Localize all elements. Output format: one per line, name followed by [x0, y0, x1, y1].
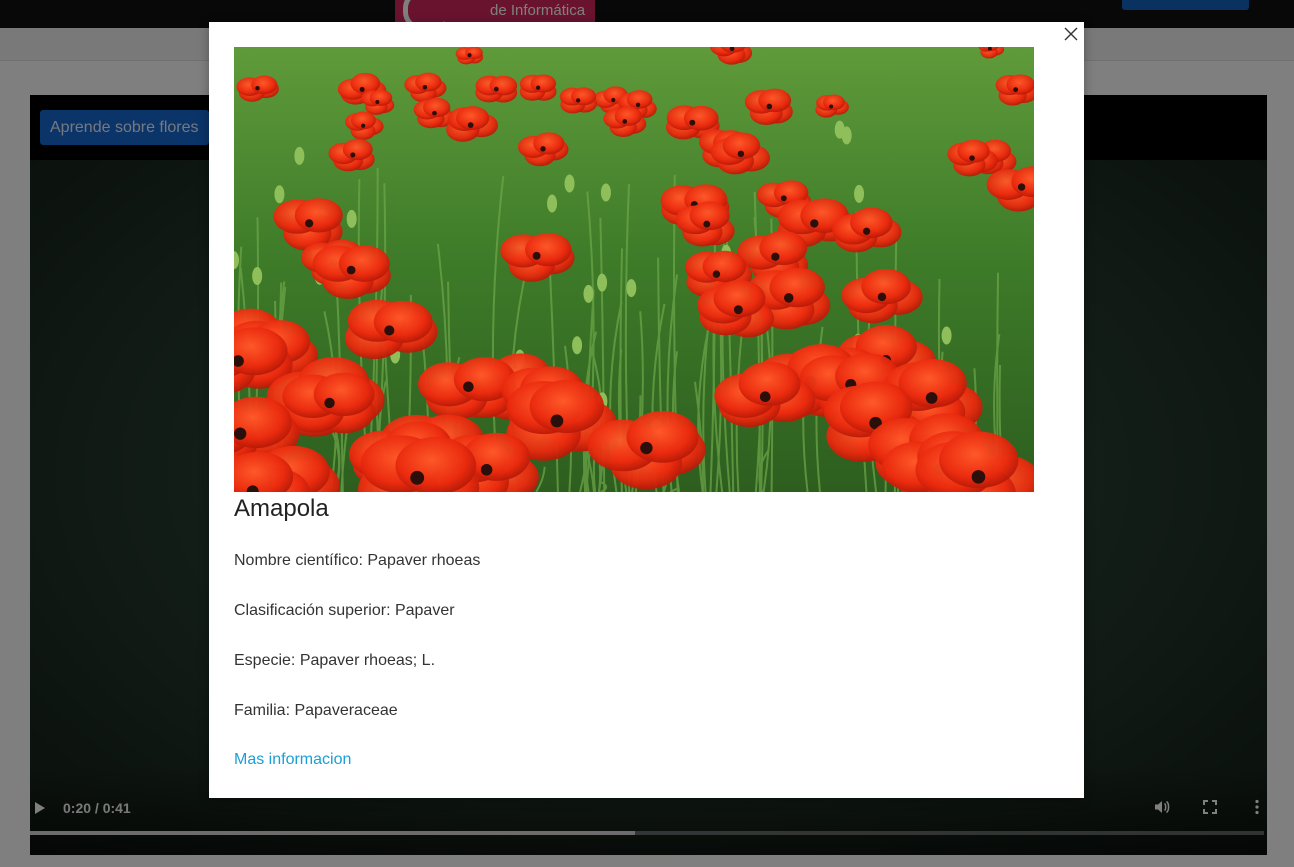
poppy-flower: [455, 47, 484, 65]
poppy-flower: [357, 435, 480, 492]
higher-classification: Clasificación superior: Papaver: [234, 602, 455, 619]
family: Familia: Papaveraceae: [234, 702, 398, 719]
poppy-flower: [559, 87, 598, 114]
scientific-name: Nombre científico: Papaver rhoeas: [234, 552, 481, 569]
poppy-flower: [413, 97, 455, 129]
poppy-flower: [475, 75, 518, 103]
poppy-flower: [418, 357, 516, 420]
flower-title: Amapola: [234, 495, 329, 522]
more-info-link[interactable]: Mas informacion: [234, 751, 351, 769]
poppy-flower: [995, 74, 1034, 106]
flower-info-modal: Amapola Nombre científico: Papaver rhoea…: [209, 22, 1084, 798]
poppy-image: [234, 47, 1034, 492]
close-icon[interactable]: [1064, 27, 1078, 41]
species: Especie: Papaver rhoeas; L.: [234, 652, 436, 669]
poppy-flower: [519, 74, 557, 101]
poppy-field-illustration: [234, 47, 1034, 492]
